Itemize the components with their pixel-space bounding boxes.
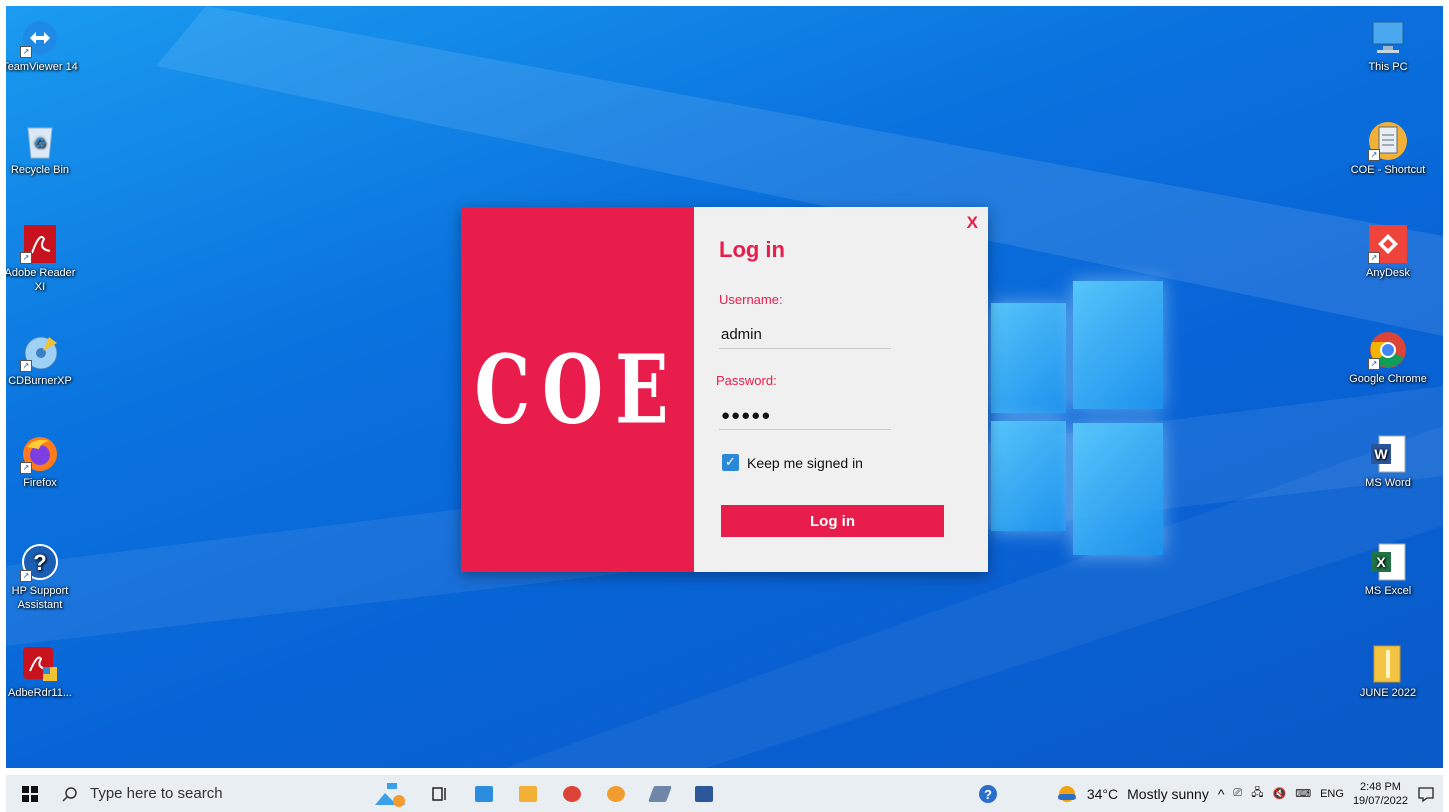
word-icon: W [1368,434,1408,474]
desktop-icon-coe-shortcut[interactable]: ↗ COE - Shortcut [1348,121,1428,177]
desktop-icon-adobe-installer[interactable]: AdbeRdr11... [6,644,80,700]
task-view-button[interactable] [418,775,462,812]
firefox-icon: ↗ [20,434,60,474]
adobe-reader-icon: ↗ [20,224,60,264]
windows-logo-wallpaper [991,281,1166,561]
taskbar-bolt-app[interactable] [638,775,682,812]
widgets-icon [375,782,405,807]
coe-shortcut-icon: ↗ [1368,121,1408,161]
search-placeholder: Type here to search [90,785,223,802]
desktop-icon-cdburnerxp[interactable]: ↗ CDBurnerXP [6,332,80,388]
desktop-icon-anydesk[interactable]: ↗ AnyDesk [1348,224,1428,280]
folder-icon [1368,644,1408,684]
desktop-icon-label: Adobe Reader XI [6,267,76,293]
help-icon: ? ↗ [20,542,60,582]
help-icon[interactable]: ? [978,784,998,804]
adobe-installer-icon [20,644,60,684]
chrome-icon: ↗ [1368,330,1408,370]
svg-text:♻: ♻ [34,135,47,151]
desktop-icon-word[interactable]: W MS Word [1348,434,1428,490]
taskbar-search[interactable]: Type here to search [54,775,362,812]
desktop-icon-label: This PC [1368,61,1408,73]
task-view-icon [432,786,446,801]
desktop-icon-label: Recycle Bin [10,164,70,176]
svg-text:W: W [1374,446,1388,462]
network-icon[interactable]: 🖧 [1251,784,1263,803]
desktop-icon-chrome[interactable]: ↗ Google Chrome [1348,330,1428,386]
username-field[interactable] [719,324,891,349]
word-icon [695,785,713,802]
teamviewer-icon: ↗ [20,18,60,58]
login-form: X Log in Username: Password: ●●●●● ✓ Kee… [694,207,988,572]
clock[interactable]: 2:48 PM 19/07/2022 [1353,780,1408,808]
desktop-icon-this-pc[interactable]: This PC [1348,18,1428,74]
svg-text:X: X [1376,554,1386,570]
desktop-icon-label: MS Word [1365,477,1411,489]
desktop-icon-excel[interactable]: X MS Excel [1348,542,1428,598]
weather-temperature[interactable]: 34°C [1087,786,1118,802]
svg-text:?: ? [33,550,46,575]
taskbar: Type here to search ? 34°C Mostly sunny … [6,775,1443,812]
desktop-icon-label: JUNE 2022 [1359,687,1417,699]
desktop-icon-label: TeamViewer 14 [6,61,78,73]
taskbar-this-pc[interactable] [462,775,506,812]
taskbar-chrome[interactable] [550,775,594,812]
cdburnerxp-icon: ↗ [20,332,60,372]
anydesk-icon: ↗ [1368,224,1408,264]
desktop-icon-label: AdbeRdr11... [7,687,72,699]
taskbar-coe-app[interactable] [594,775,638,812]
close-button[interactable]: X [967,213,978,233]
taskbar-file-explorer[interactable] [506,775,550,812]
language-indicator[interactable]: ENG [1320,788,1344,800]
app-bolt-icon [648,785,672,802]
login-dialog: COE X Log in Username: Password: ●●●●● ✓… [461,207,988,572]
desktop-icon-firefox[interactable]: ↗ Firefox [6,434,80,490]
coe-app-icon [607,785,625,802]
brand-panel: COE [461,207,694,572]
speaker-muted-icon[interactable]: 🔇 [1273,787,1287,800]
file-explorer-icon [519,785,537,802]
desktop-icon-label: HP Support Assistant [11,585,69,611]
this-pc-icon [475,785,493,802]
desktop-icon-hp-support[interactable]: ? ↗ HP Support Assistant [6,542,80,612]
desktop-icon-june-2022-folder[interactable]: JUNE 2022 [1348,644,1428,700]
search-icon [62,786,77,802]
keep-signed-in-checkbox[interactable]: ✓ [722,454,739,471]
desktop-icon-adobe-reader[interactable]: ↗ Adobe Reader XI [6,224,80,294]
recycle-bin-icon: ♻ [20,121,60,161]
meet-now-icon[interactable]: ⎚ [1233,787,1242,800]
keep-signed-in-label: Keep me signed in [747,454,863,471]
monitor-icon [1368,18,1408,58]
chevron-up-icon[interactable]: ^ [1218,786,1225,802]
windows-icon [22,785,38,802]
clock-date: 19/07/2022 [1352,794,1408,807]
notifications-icon[interactable] [1417,785,1435,803]
widgets-button[interactable] [362,775,418,812]
desktop-icon-teamviewer[interactable]: ↗ TeamViewer 14 [6,18,80,74]
desktop-icon-label: Firefox [23,477,57,489]
weather-sunny-icon [1057,785,1076,802]
svg-text:?: ? [984,787,992,802]
desktop-icon-label: COE - Shortcut [1350,164,1426,176]
username-label: Username: [719,292,783,307]
chrome-icon [563,785,581,802]
keep-signed-in-row[interactable]: ✓ Keep me signed in [722,454,863,471]
login-button[interactable]: Log in [721,505,944,537]
desktop-icon-label: CDBurnerXP [8,375,72,387]
start-button[interactable] [6,775,54,812]
taskbar-word[interactable] [682,775,726,812]
password-label: Password: [716,373,777,388]
system-tray: ? 34°C Mostly sunny ^ ⎚ 🖧 🔇 ⌨ ENG 2:48 P… [978,780,1443,808]
desktop-icon-label: Google Chrome [1349,373,1427,385]
desktop-icon-label: AnyDesk [1365,267,1411,279]
login-title: Log in [719,237,785,262]
desktop-icon-label: MS Excel [1364,585,1412,597]
keyboard-icon[interactable]: ⌨ [1295,787,1311,800]
password-field[interactable]: ●●●●● [719,405,891,430]
desktop-icon-recycle-bin[interactable]: ♻ Recycle Bin [6,121,80,177]
coe-logo: COE [474,333,681,446]
clock-time: 2:48 PM [1359,780,1401,793]
weather-condition[interactable]: Mostly sunny [1127,786,1209,802]
excel-icon: X [1368,542,1408,582]
